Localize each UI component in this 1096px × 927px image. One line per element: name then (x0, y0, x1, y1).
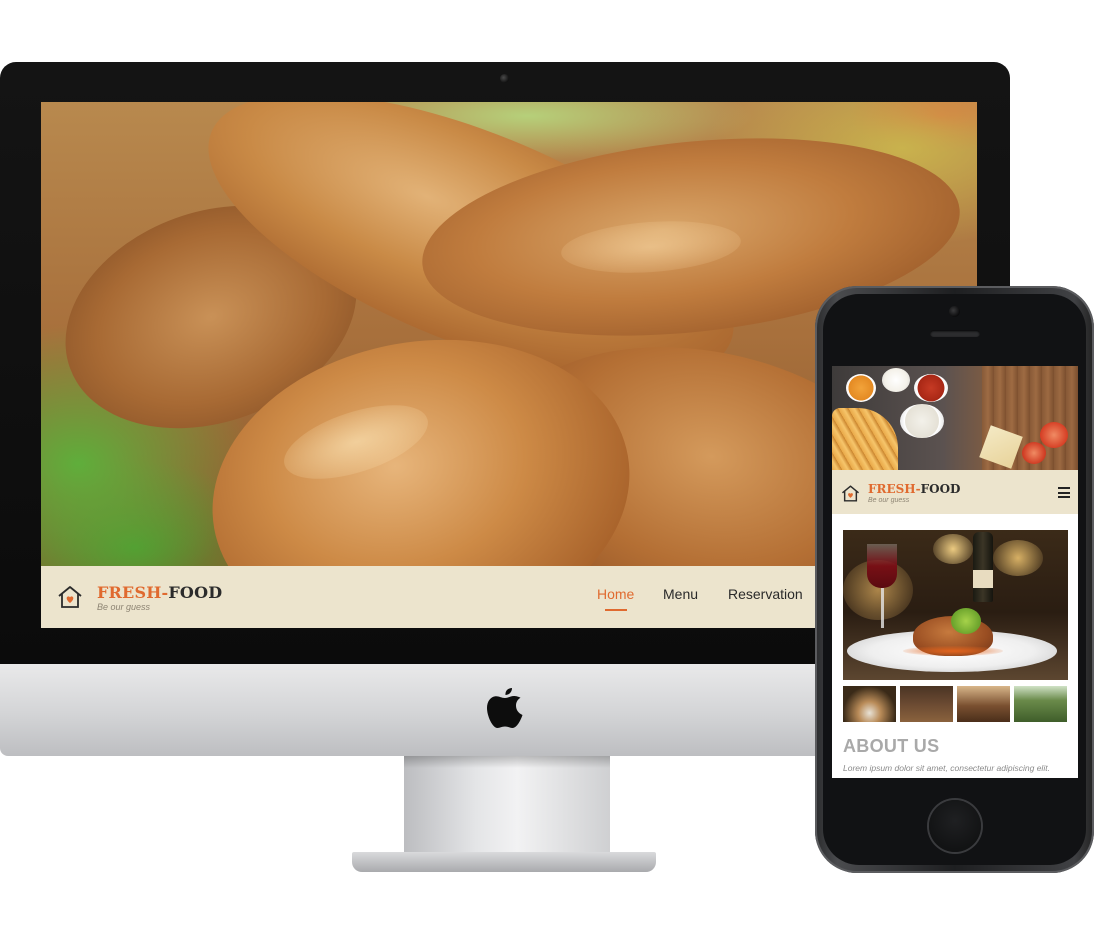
hero-photo-detail (900, 404, 944, 438)
hamburger-bar (1058, 496, 1070, 498)
camera-icon (500, 74, 509, 83)
photo-detail (973, 532, 993, 602)
imac-stand (404, 756, 610, 856)
mobile-website-screen: FRESH-FOOD Be our guess ABOUT US Lorem i… (832, 366, 1078, 778)
brand-tagline: Be our guess (868, 497, 910, 504)
brand-tagline: Be our guess (97, 602, 151, 612)
photo-detail (881, 588, 884, 628)
photo-detail (933, 534, 973, 564)
about-us-heading: ABOUT US (843, 736, 940, 756)
home-button[interactable] (929, 800, 981, 852)
hero-photo-detail (832, 408, 898, 470)
brand-name-part1: FRESH- (868, 482, 921, 496)
about-us-text: Lorem ipsum dolor sit amet, consectetur … (843, 763, 1050, 773)
gallery-thumbnail[interactable] (957, 686, 1010, 722)
imac-stand-shadow (404, 756, 610, 768)
hero-photo-detail (846, 374, 876, 402)
brand-name[interactable]: FRESH-FOOD (868, 482, 960, 496)
hamburger-bar (1058, 491, 1070, 494)
gallery-thumbnail[interactable] (843, 686, 896, 722)
brand-name-part2: FOOD (168, 583, 223, 602)
gallery-thumbnail[interactable] (1014, 686, 1067, 722)
photo-detail (867, 544, 897, 588)
nav-link-reservation[interactable]: Reservation (728, 586, 803, 602)
hero-photo-detail (1040, 422, 1068, 448)
restaurant-feature-photo[interactable] (843, 530, 1068, 680)
imac-stand-base (352, 852, 656, 872)
hamburger-bar (1058, 487, 1070, 489)
hero-photo-detail (1022, 442, 1046, 464)
house-heart-logo-icon[interactable] (57, 584, 83, 610)
photo-detail (951, 608, 981, 634)
brand-name-part1: FRESH- (97, 583, 169, 602)
hero-photo-detail (882, 368, 910, 392)
nav-link-menu[interactable]: Menu (663, 586, 698, 602)
gallery-thumbnails (843, 686, 1069, 722)
apple-logo-icon (487, 688, 523, 728)
mobile-header-nav: FRESH-FOOD Be our guess (832, 470, 1078, 514)
brand-name[interactable]: FRESH-FOOD (97, 583, 222, 602)
brand-name-part2: FOOD (920, 482, 961, 496)
house-heart-logo-icon[interactable] (841, 484, 860, 503)
photo-detail (993, 540, 1043, 576)
photo-detail (903, 646, 1003, 656)
nav-active-indicator (605, 609, 627, 611)
gallery-thumbnail[interactable] (900, 686, 953, 722)
hero-photo-detail (914, 374, 948, 402)
mobile-hero-image (832, 366, 1078, 470)
nav-link-home[interactable]: Home (597, 586, 634, 602)
front-camera-icon (949, 306, 960, 317)
photo-detail (973, 570, 993, 588)
hamburger-menu-icon[interactable] (1058, 487, 1070, 498)
phone-speaker (930, 330, 980, 337)
